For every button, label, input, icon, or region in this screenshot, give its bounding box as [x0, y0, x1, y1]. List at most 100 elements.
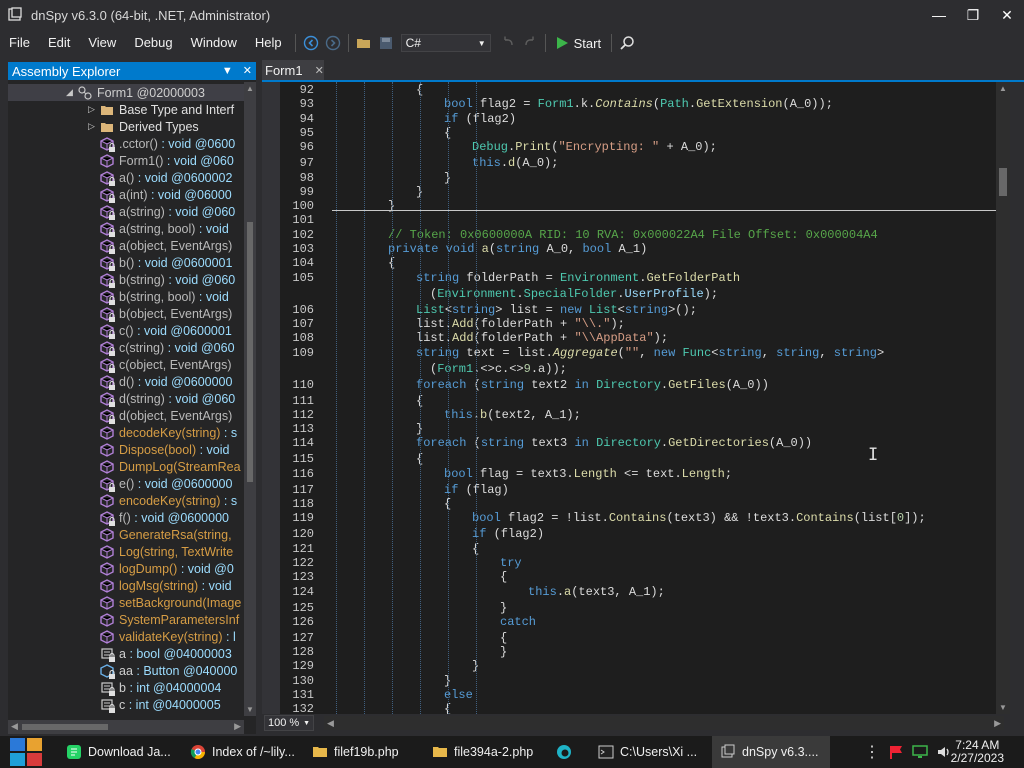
scroll-right-icon[interactable]: ▶	[234, 721, 241, 732]
flag-icon[interactable]	[888, 744, 904, 760]
menu-help[interactable]: Help	[246, 32, 291, 54]
panel-dropdown-icon[interactable]: ▼	[222, 62, 233, 80]
windows-start-button[interactable]	[0, 736, 52, 768]
tree-member[interactable]: f() : void @0600000	[8, 509, 244, 526]
tree-class-node[interactable]: ◢ Form1 @02000003	[8, 84, 244, 101]
scroll-left-icon[interactable]: ◀	[11, 721, 18, 732]
navigate-forward-icon[interactable]	[322, 32, 344, 54]
method-icon	[100, 561, 114, 576]
tree-member[interactable]: decodeKey(string) : s	[8, 424, 244, 441]
tree-member[interactable]: GenerateRsa(string,	[8, 526, 244, 543]
taskbar-app[interactable]: Download Ja...	[58, 736, 178, 768]
scroll-down-icon[interactable]: ▼	[999, 703, 1007, 712]
menu-view[interactable]: View	[79, 32, 125, 54]
tree-member[interactable]: d() : void @0600000	[8, 373, 244, 390]
tree-member[interactable]: validateKey(string) : l	[8, 628, 244, 645]
tree-member[interactable]: b(string) : void @060	[8, 271, 244, 288]
scroll-up-icon[interactable]: ▲	[999, 84, 1007, 93]
system-tray: ⋮	[864, 736, 952, 768]
tree-member[interactable]: c() : void @0600001	[8, 322, 244, 339]
code-scroll-thumb[interactable]	[999, 168, 1007, 196]
save-all-icon[interactable]	[375, 32, 397, 54]
tree-member[interactable]: c(object, EventArgs)	[8, 356, 244, 373]
tree-item-label: a(object, EventArgs)	[119, 238, 233, 253]
expand-arrow-icon[interactable]: ▷	[88, 121, 98, 132]
redo-icon[interactable]	[519, 32, 541, 54]
tree-member[interactable]: aa : Button @040000	[8, 662, 244, 679]
menu-edit[interactable]: Edit	[39, 32, 79, 54]
navigate-back-icon[interactable]	[300, 32, 322, 54]
tree-member[interactable]: b(string, bool) : void	[8, 288, 244, 305]
tree-member[interactable]: DumpLog(StreamRea	[8, 458, 244, 475]
tree-member[interactable]: b() : void @0600001	[8, 254, 244, 271]
code-vertical-scrollbar[interactable]: ▲ ▼	[996, 82, 1010, 714]
tree-member[interactable]: .cctor() : void @0600	[8, 135, 244, 152]
volume-icon[interactable]	[936, 744, 952, 760]
taskbar-app[interactable]: C:\Users\Xi ...	[590, 736, 708, 768]
scroll-left-icon[interactable]: ◀	[327, 716, 334, 730]
taskbar-app[interactable]	[548, 736, 586, 768]
collapse-arrow-icon[interactable]: ◢	[66, 87, 76, 98]
menu-file[interactable]: File	[0, 32, 39, 54]
tree-member[interactable]: a() : void @0600002	[8, 169, 244, 186]
taskbar-app[interactable]: dnSpy v6.3....	[712, 736, 830, 768]
explorer-scroll-thumb[interactable]	[247, 222, 253, 482]
tree-member[interactable]: logMsg(string) : void	[8, 577, 244, 594]
taskbar-app[interactable]: Index of /~lily...	[182, 736, 300, 768]
language-select[interactable]: C# ▼	[400, 34, 491, 52]
tree-member[interactable]: a : bool @04000003	[8, 645, 244, 662]
tree-member[interactable]: c : int @04000005	[8, 696, 244, 713]
tree-member[interactable]: Log(string, TextWrite	[8, 543, 244, 560]
network-icon[interactable]	[912, 744, 928, 760]
method-icon	[100, 459, 114, 474]
more-options-icon[interactable]: ⋮	[864, 742, 880, 762]
tab-close-icon[interactable]: ✕	[315, 64, 324, 77]
explorer-vertical-scrollbar[interactable]: ▲ ▼	[244, 82, 256, 716]
tree-member[interactable]: SystemParametersInf	[8, 611, 244, 628]
assembly-tree[interactable]: ◢ Form1 @02000003 ▷ Base Type and Interf ▷ De…	[8, 82, 244, 716]
tree-member[interactable]: b : int @04000004	[8, 679, 244, 696]
menu-window[interactable]: Window	[182, 32, 246, 54]
scroll-right-icon[interactable]: ▶	[994, 716, 1001, 730]
tree-folder[interactable]: ▷ Base Type and Interf	[8, 101, 244, 118]
open-folder-icon[interactable]	[353, 32, 375, 54]
taskbar: Download Ja... Index of /~lily... filef19b…	[0, 736, 1024, 768]
tree-member[interactable]: Form1() : void @060	[8, 152, 244, 169]
line-number: 96	[299, 140, 314, 155]
tree-member[interactable]: e() : void @0600000	[8, 475, 244, 492]
tree-member[interactable]: a(object, EventArgs)	[8, 237, 244, 254]
code-editor[interactable]: 92{93 bool flag2 = Form1.k.Contains(Path.…	[262, 82, 1010, 714]
tree-member[interactable]: Dispose(bool) : void	[8, 441, 244, 458]
tree-folder[interactable]: ▷ Derived Types	[8, 118, 244, 135]
tree-member[interactable]: a(int) : void @06000	[8, 186, 244, 203]
taskbar-app[interactable]: file394a-2.php	[424, 736, 544, 768]
tree-member[interactable]: d(string) : void @060	[8, 390, 244, 407]
explorer-hscroll-thumb[interactable]	[22, 724, 108, 730]
tab-form1[interactable]: Form1 ✕	[262, 60, 324, 80]
tree-member[interactable]: encodeKey(string) : s	[8, 492, 244, 509]
tree-member[interactable]: a(string, bool) : void	[8, 220, 244, 237]
start-debugging-button[interactable]: Start	[550, 36, 607, 51]
menu-debug[interactable]: Debug	[125, 32, 181, 54]
minimize-button[interactable]: —	[922, 0, 956, 30]
zoom-select[interactable]: 100 % ▼	[264, 715, 314, 731]
code-line: 105 string folderPath = Environment.GetFo…	[262, 270, 1010, 286]
scroll-down-icon[interactable]: ▼	[246, 705, 254, 714]
search-icon[interactable]	[616, 32, 638, 54]
tree-member[interactable]: a(string) : void @060	[8, 203, 244, 220]
tree-member[interactable]: logDump() : void @0	[8, 560, 244, 577]
scroll-up-icon[interactable]: ▲	[246, 84, 254, 93]
undo-icon[interactable]	[497, 32, 519, 54]
panel-close-icon[interactable]: ✕	[243, 62, 252, 80]
tree-member[interactable]: b(object, EventArgs)	[8, 305, 244, 322]
system-clock[interactable]: 7:24 AM 2/27/2023	[951, 739, 1004, 765]
code-horizontal-scrollbar[interactable]: ◀ ▶	[324, 716, 1004, 730]
close-button[interactable]: ✕	[990, 0, 1024, 30]
tree-member[interactable]: d(object, EventArgs)	[8, 407, 244, 424]
explorer-horizontal-scrollbar[interactable]: ◀ ▶	[8, 720, 244, 734]
expand-arrow-icon[interactable]: ▷	[88, 104, 98, 115]
taskbar-app[interactable]: filef19b.php	[304, 736, 420, 768]
restore-button[interactable]: ❐	[956, 0, 990, 30]
tree-member[interactable]: setBackground(Image	[8, 594, 244, 611]
tree-member[interactable]: c(string) : void @060	[8, 339, 244, 356]
